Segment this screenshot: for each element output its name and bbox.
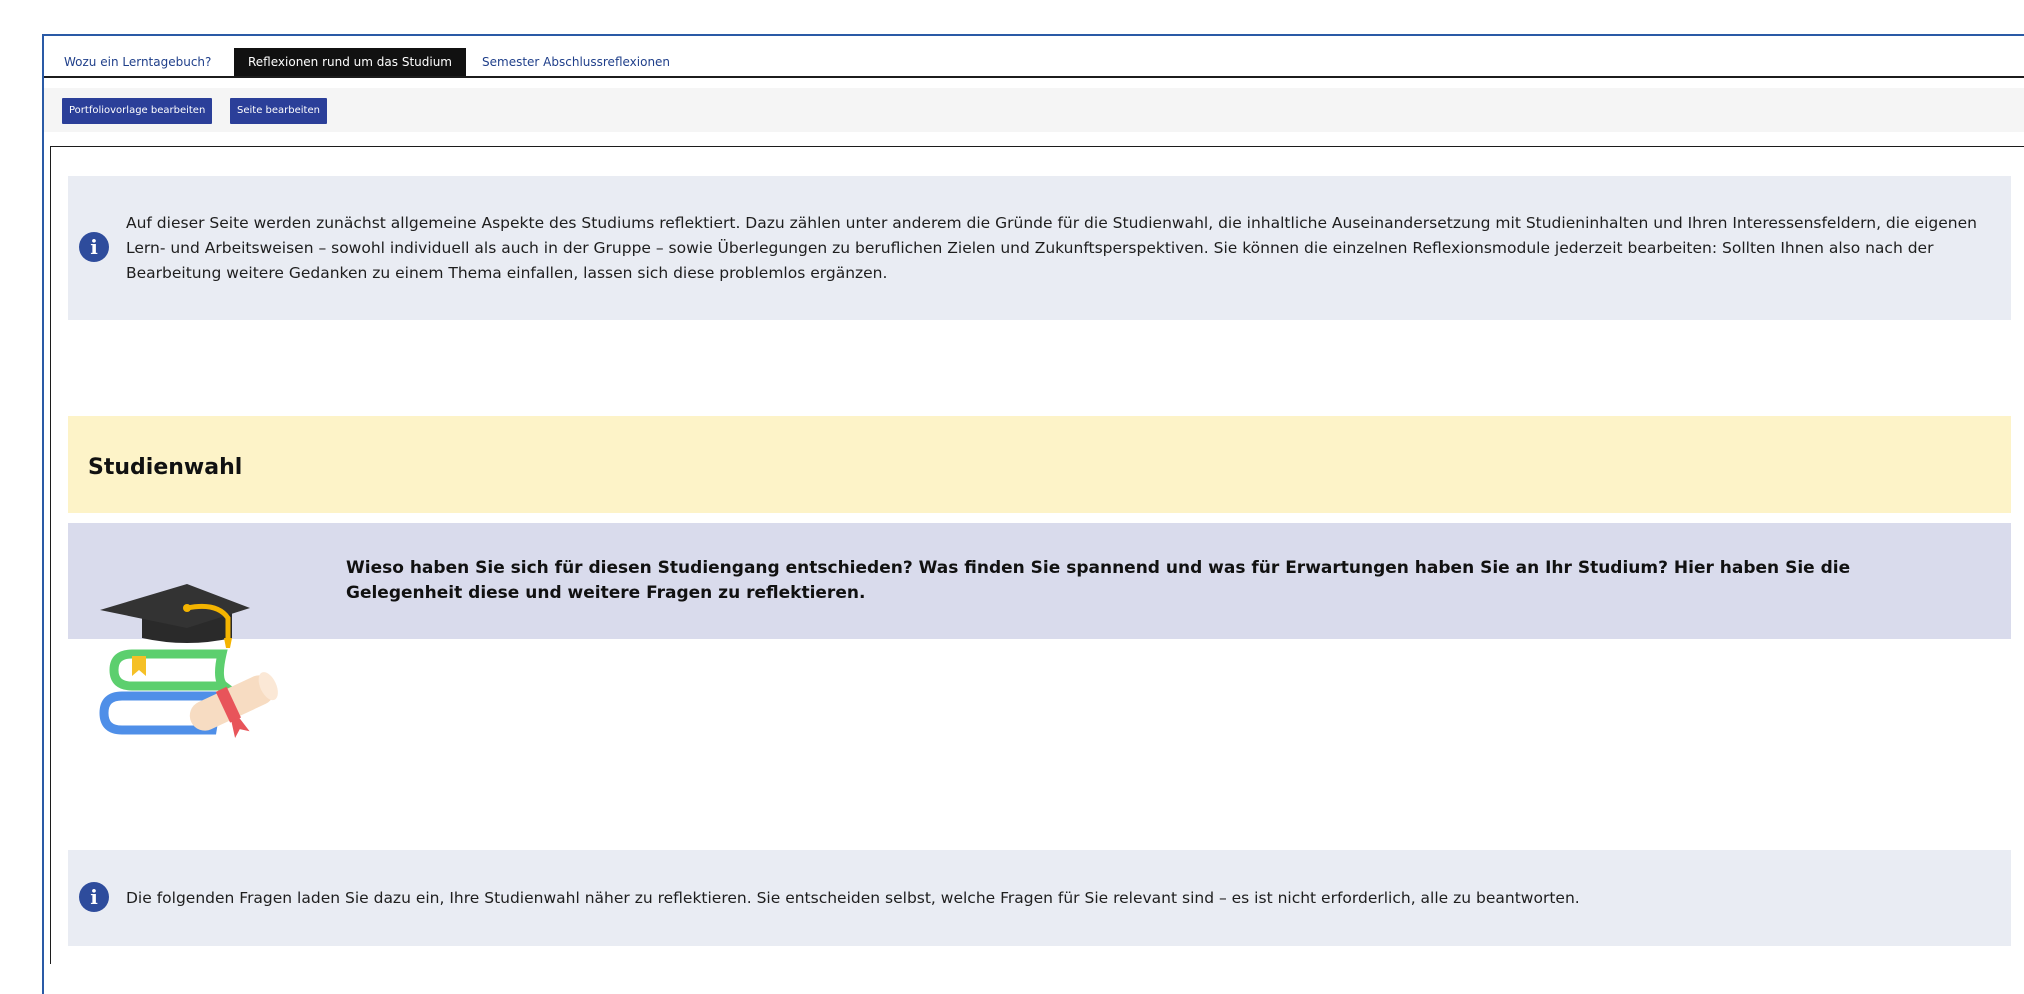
note-info-box: i Die folgenden Fragen laden Sie dazu ei… (68, 850, 2011, 946)
tab-lerntagebuch[interactable]: Wozu ein Lerntagebuch? (50, 48, 225, 76)
section-heading-band: Studienwahl (68, 416, 2011, 513)
question-text: Wieso haben Sie sich für diesen Studieng… (346, 558, 1851, 603)
tab-bar: Wozu ein Lerntagebuch? Reflexionen rund … (44, 48, 2024, 78)
edit-template-button[interactable]: Portfoliovorlage bearbeiten (62, 98, 213, 124)
note-text: Die folgenden Fragen laden Sie dazu ein,… (126, 889, 1580, 907)
graduation-cap-books-icon (99, 584, 278, 738)
page-toolbar: Portfoliovorlage bearbeiten Seite bearbe… (44, 88, 2024, 132)
info-icon: i (79, 232, 109, 262)
intro-info-box: i Auf dieser Seite werden zunächst allge… (68, 176, 2011, 320)
question-band: Wieso haben Sie sich für diesen Studieng… (68, 523, 2011, 639)
tab-reflexionen-studium[interactable]: Reflexionen rund um das Studium (234, 48, 466, 76)
section-title: Studienwahl (88, 455, 243, 480)
info-icon: i (79, 882, 109, 912)
tab-semester-abschluss[interactable]: Semester Abschlussreflexionen (468, 48, 684, 76)
edit-page-button[interactable]: Seite bearbeiten (230, 98, 327, 124)
intro-text: Auf dieser Seite werden zunächst allgeme… (126, 214, 1977, 282)
